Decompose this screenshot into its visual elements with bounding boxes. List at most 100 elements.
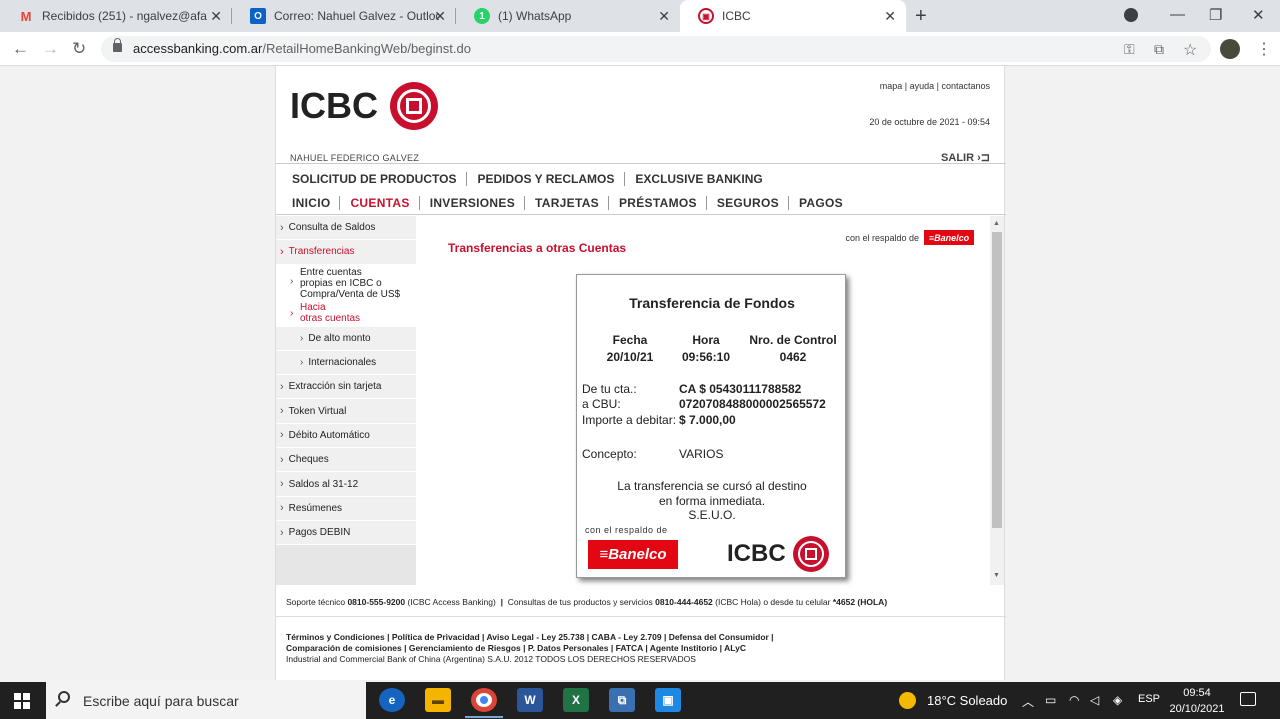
url-text: accessbanking.com.ar/RetailHomeBankingWe… <box>133 41 471 56</box>
hora-value: 09:56:10 <box>681 350 731 364</box>
windows-taskbar: Escribe aquí para buscar e ▬ W X ⧉ ▣ 18°… <box>0 682 1280 719</box>
menu-inversiones[interactable]: INVERSIONES <box>420 196 526 210</box>
menu-pedidos[interactable]: PEDIDOS Y RECLAMOS <box>467 172 626 186</box>
sidebar-item-pagos-debin[interactable]: Pagos DEBIN <box>276 520 416 546</box>
minimize-icon[interactable]: — <box>1170 6 1185 23</box>
menu-prestamos[interactable]: PRÉSTAMOS <box>609 196 707 210</box>
sidebar-item-transferencias[interactable]: Transferencias <box>276 240 416 265</box>
scroll-down-icon[interactable]: ▼ <box>993 572 1000 579</box>
copyright: Industrial and Commercial Bank of China … <box>286 654 696 664</box>
tab-gmail[interactable]: M Recibidos (251) - ngalvez@afa.org.ar ✕ <box>0 0 232 32</box>
legal-links-2[interactable]: Comparación de comisiones | Gerenciamien… <box>286 643 746 653</box>
new-tab-icon[interactable]: + <box>915 5 927 28</box>
excel-icon[interactable]: X <box>563 688 589 712</box>
profile-avatar[interactable] <box>1220 39 1240 59</box>
tab-title: (1) WhatsApp <box>498 9 572 23</box>
sidebar-item-extraccion[interactable]: Extracción sin tarjeta <box>276 375 416 400</box>
system-clock[interactable]: 09:54 20/10/2021 <box>1167 685 1227 717</box>
back-icon[interactable]: ← <box>12 39 29 59</box>
link-ayuda[interactable]: ayuda <box>910 81 935 91</box>
meet-icon[interactable]: ◈ <box>1113 693 1122 707</box>
menu-cuentas[interactable]: CUENTAS <box>340 196 420 210</box>
star-icon[interactable]: ☆ <box>1183 40 1197 60</box>
content-scrollbar[interactable]: ▲ ▼ <box>990 216 1004 585</box>
lock-icon[interactable] <box>113 38 122 52</box>
sidebar-item-token[interactable]: Token Virtual <box>276 399 416 424</box>
chevron-up-icon[interactable]: ︿ <box>1022 693 1034 710</box>
consultas-detail: (ICBC Hola) o desde tu celular <box>715 597 831 607</box>
sidebar-item-cheques[interactable]: Cheques <box>276 448 416 473</box>
close-icon[interactable]: ✕ <box>884 8 896 25</box>
forward-icon[interactable]: → <box>42 39 59 59</box>
weather-text[interactable]: 18°C Soleado <box>927 693 1007 708</box>
sidebar-subitem-propias[interactable]: Entre cuentas propias en ICBC o Compra/V… <box>276 264 416 302</box>
menu-icon[interactable]: ⋮ <box>1256 39 1272 59</box>
taskbar-search[interactable]: Escribe aquí para buscar <box>46 682 366 719</box>
sidebar-subitem-line: Hacia <box>300 301 326 313</box>
menu-tarjetas[interactable]: TARJETAS <box>525 196 609 210</box>
tab-search-icon[interactable] <box>1124 8 1138 22</box>
close-icon[interactable]: ✕ <box>434 8 446 25</box>
secondary-menu: INICIO CUENTAS INVERSIONES TARJETAS PRÉS… <box>282 196 852 210</box>
sidebar-item-consulta-saldos[interactable]: Consulta de Saldos <box>276 216 416 241</box>
logo-text: ICBC <box>727 540 786 567</box>
icbc-seal-icon <box>390 82 438 130</box>
chrome-icon[interactable] <box>471 688 497 712</box>
menu-inicio[interactable]: INICIO <box>282 196 341 210</box>
tab-icbc[interactable]: ▣ ICBC ✕ <box>680 0 906 32</box>
legal-links-1[interactable]: Términos y Condiciones | Política de Pri… <box>286 632 774 642</box>
edge-icon[interactable]: e <box>379 688 405 712</box>
sidebar-item-resumenes[interactable]: Resúmenes <box>276 496 416 521</box>
sidebar-item-internacionales[interactable]: Internacionales <box>276 350 416 376</box>
battery-icon[interactable]: ▭ <box>1045 693 1056 707</box>
window-close-icon[interactable]: ✕ <box>1252 6 1265 24</box>
language-indicator[interactable]: ESP <box>1138 693 1160 705</box>
store-app-icon[interactable]: ▣ <box>655 688 681 712</box>
icbc-logo[interactable]: ICBC <box>290 82 438 130</box>
scroll-up-icon[interactable]: ▲ <box>993 220 1000 227</box>
tab-outlook[interactable]: O Correo: Nahuel Galvez - Outlook ✕ <box>232 0 456 32</box>
banelco-text: Banelco <box>608 546 667 563</box>
sidebar-item-debito[interactable]: Débito Automático <box>276 423 416 449</box>
word-icon[interactable]: W <box>517 688 543 712</box>
sidebar-subitem-line: Entre cuentas <box>300 266 362 278</box>
transfer-receipt: Transferencia de Fondos Fecha 20/10/21 H… <box>576 274 846 578</box>
concepto-label: Concepto: <box>582 447 637 461</box>
reload-icon[interactable]: ↻ <box>72 39 86 59</box>
address-bar[interactable]: accessbanking.com.ar/RetailHomeBankingWe… <box>101 36 1211 62</box>
key-icon[interactable]: ⚿ <box>1124 41 1135 58</box>
close-icon[interactable]: ✕ <box>210 8 222 25</box>
soporte-phone: 0810-555-9200 <box>347 597 406 607</box>
link-mapa[interactable]: mapa <box>880 81 903 91</box>
sidebar-item-saldos-31-12[interactable]: Saldos al 31-12 <box>276 472 416 497</box>
menu-seguros[interactable]: SEGUROS <box>707 196 789 210</box>
page-title: Transferencias a otras Cuentas <box>448 241 627 255</box>
banelco-logo: ≡ Banelco <box>588 540 678 569</box>
consultas-label: Consultas de tus productos y servicios <box>507 597 653 607</box>
menu-exclusive[interactable]: EXCLUSIVE BANKING <box>625 172 772 186</box>
tab-bar: M Recibidos (251) - ngalvez@afa.org.ar ✕… <box>0 0 1280 32</box>
divider <box>276 214 1006 215</box>
menu-solicitud[interactable]: SOLICITUD DE PRODUCTOS <box>282 172 468 186</box>
translate-icon[interactable]: ⧉ <box>1154 41 1164 58</box>
primary-menu: SOLICITUD DE PRODUCTOS PEDIDOS Y RECLAMO… <box>282 172 773 186</box>
scrollbar-thumb[interactable] <box>992 232 1002 528</box>
tab-whatsapp[interactable]: 1 (1) WhatsApp ✕ <box>456 0 680 32</box>
cuenta-origen-label: De tu cta.: <box>582 382 637 396</box>
sidebar: Consulta de Saldos Transferencias Entre … <box>276 216 416 585</box>
restore-icon[interactable]: ❐ <box>1209 6 1222 24</box>
divider <box>276 163 1006 164</box>
message-line: en forma inmediata. <box>658 493 766 508</box>
notification-icon[interactable] <box>1240 692 1256 706</box>
network-app-icon[interactable]: ⧉ <box>609 688 635 712</box>
sidebar-item-alto-monto[interactable]: De alto monto <box>276 326 416 351</box>
link-contactanos[interactable]: contactanos <box>941 81 990 91</box>
sidebar-subitem-otras[interactable]: Hacia otras cuentas <box>276 301 416 327</box>
menu-pagos[interactable]: PAGOS <box>789 196 852 210</box>
wifi-icon[interactable]: ◠ <box>1069 693 1079 707</box>
close-icon[interactable]: ✕ <box>658 8 670 25</box>
icbc-logo: ICBC <box>727 536 829 572</box>
file-explorer-icon[interactable]: ▬ <box>425 688 451 712</box>
volume-icon[interactable]: ◁ <box>1090 693 1099 707</box>
windows-start-icon[interactable] <box>14 693 30 709</box>
